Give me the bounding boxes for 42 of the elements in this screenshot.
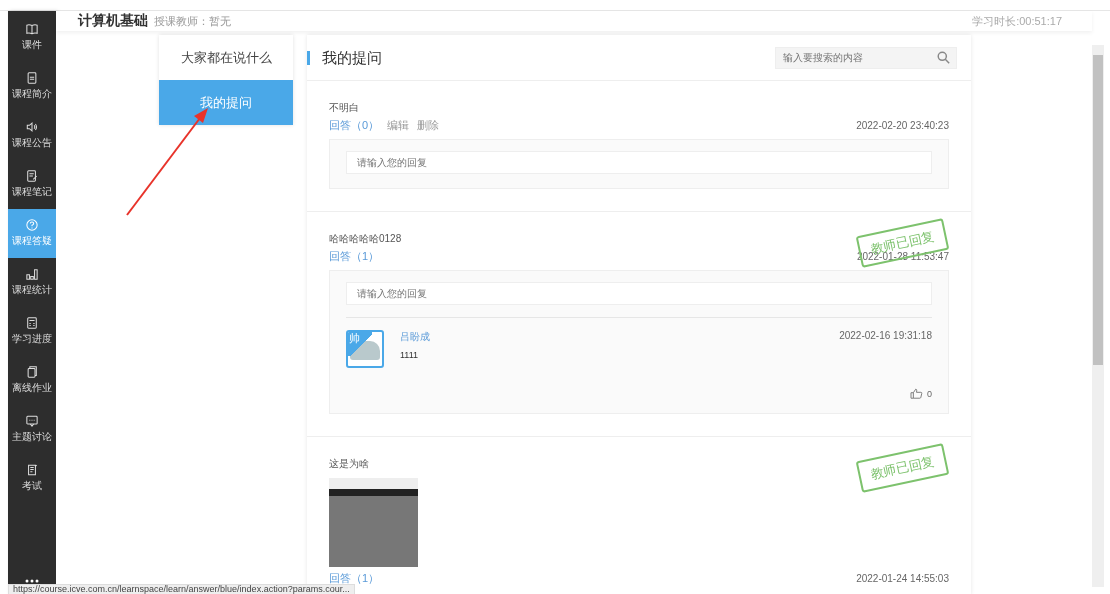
question-title: 这是为啥 bbox=[329, 457, 369, 471]
more-icon[interactable] bbox=[25, 579, 39, 583]
tab[interactable]: 大家都在说什么 bbox=[159, 35, 293, 80]
sidebar-item[interactable]: 课程公告 bbox=[8, 111, 56, 160]
teacher-label: 授课教师：暂无 bbox=[154, 13, 231, 29]
sidebar-item[interactable]: 学习进度 bbox=[8, 307, 56, 356]
reply-time: 2022-02-16 19:31:18 bbox=[839, 330, 932, 343]
sidebar-item[interactable]: 离线作业 bbox=[8, 356, 56, 405]
exam-icon bbox=[26, 464, 38, 476]
reply-input[interactable]: 请输入您的回复 bbox=[346, 282, 932, 305]
like-count: 0 bbox=[927, 388, 932, 399]
study-time: 学习时长:00:51:17 bbox=[972, 13, 1062, 29]
search-field[interactable]: 输入要搜索的内容 bbox=[775, 46, 957, 69]
teacher-replied-stamp: 教师已回复 bbox=[855, 443, 950, 493]
panel-title: 我的提问 bbox=[307, 50, 382, 65]
thumbs-up-icon[interactable] bbox=[910, 388, 923, 399]
sidebar-item[interactable]: 主题讨论 bbox=[8, 405, 56, 454]
question-icon bbox=[26, 219, 38, 231]
calculator-icon bbox=[26, 317, 38, 329]
sidebar-item[interactable]: 考试 bbox=[8, 454, 56, 503]
pages-icon bbox=[26, 366, 38, 378]
speaker-icon bbox=[26, 121, 38, 133]
sidebar-item[interactable]: 课程笔记 bbox=[8, 160, 56, 209]
question-title: 哈哈哈哈哈0128 bbox=[329, 232, 402, 246]
scrollbar[interactable] bbox=[1092, 45, 1104, 587]
chart-icon bbox=[26, 268, 38, 280]
url-tooltip: https://course.icve.com.cn/learnspace/learn/answer/blue/index.action?params.cour... bbox=[8, 584, 355, 594]
chat-icon bbox=[26, 415, 38, 427]
question-title: 不明白 bbox=[329, 101, 359, 115]
question-time: 2022-01-24 14:55:03 bbox=[856, 573, 949, 584]
note-icon bbox=[26, 170, 38, 182]
question-time: 2022-02-20 23:40:23 bbox=[856, 120, 949, 131]
reply-text: 1111 bbox=[400, 350, 420, 360]
sidebar-item[interactable]: 课件 bbox=[8, 13, 56, 62]
search-icon[interactable] bbox=[937, 50, 950, 64]
course-title: 计算机基础 bbox=[78, 12, 148, 30]
sidebar-item[interactable]: 课程统计 bbox=[8, 258, 56, 307]
sidebar-item[interactable]: 课程简介 bbox=[8, 62, 56, 111]
avatar-badge: 帅 bbox=[348, 332, 372, 356]
book-icon bbox=[26, 23, 38, 35]
reply-input[interactable]: 请输入您的回复 bbox=[346, 151, 932, 174]
document-icon bbox=[26, 72, 38, 84]
